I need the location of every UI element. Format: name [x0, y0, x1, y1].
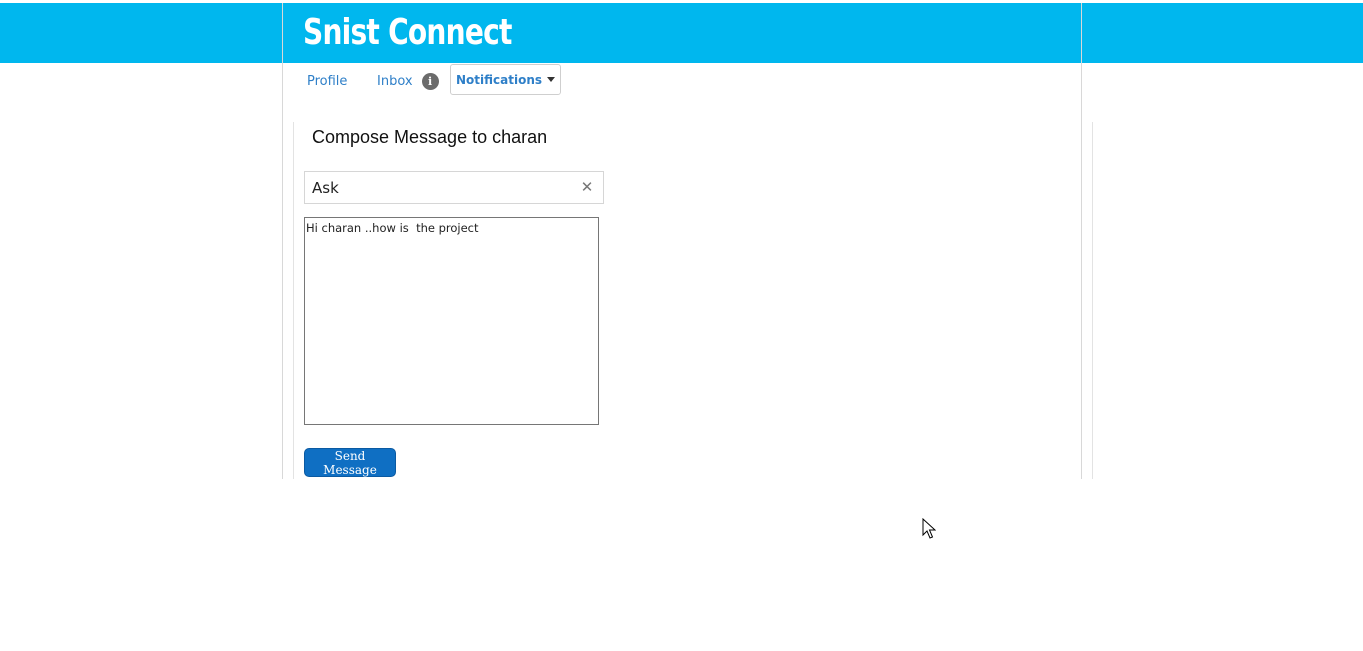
nav-inbox-label: Inbox — [377, 73, 413, 89]
notifications-label: Notifications — [455, 72, 543, 87]
nav-profile-link[interactable]: Profile — [307, 64, 357, 98]
frame-border-right — [1081, 3, 1082, 479]
compose-title: Compose Message to charan — [312, 127, 548, 147]
header-bar — [0, 3, 1363, 63]
nav-inbox-link[interactable]: Inbox i — [377, 64, 447, 98]
mouse-pointer-icon — [922, 518, 936, 539]
nav-profile-label: Profile — [307, 73, 348, 89]
frame-border-left — [282, 3, 283, 479]
subject-input[interactable] — [305, 172, 575, 203]
panel-border-left — [293, 122, 294, 479]
brand-logo[interactable]: Snist Connect — [303, 8, 512, 58]
subject-field: ✕ — [304, 171, 604, 204]
send-message-button[interactable]: Send Message — [304, 448, 396, 477]
panel-border-right — [1092, 122, 1093, 479]
clear-icon[interactable]: ✕ — [579, 179, 595, 195]
notifications-dropdown-button[interactable]: Notifications — [450, 64, 561, 95]
message-body-textarea[interactable]: Hi charan ..how is the project — [304, 217, 599, 425]
caret-down-icon — [547, 77, 556, 82]
info-icon[interactable]: i — [421, 72, 439, 90]
